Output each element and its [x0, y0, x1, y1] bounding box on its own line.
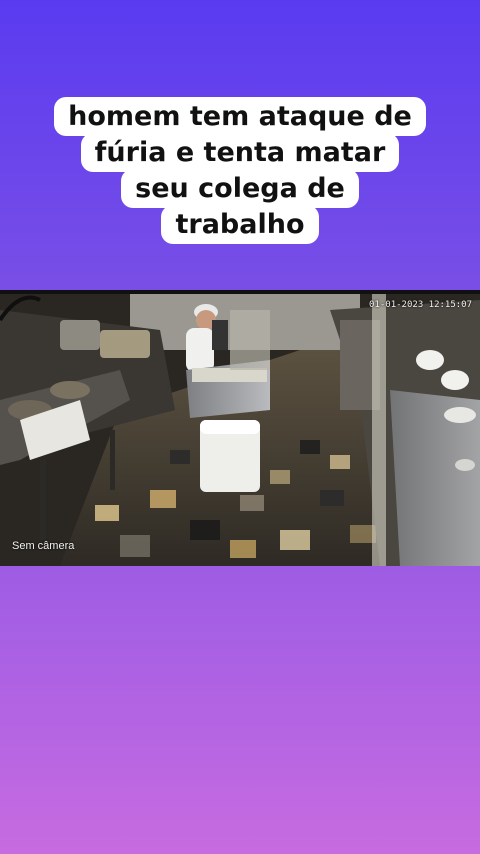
caption-line-2: fúria e tenta matar — [80, 133, 400, 172]
caption-line-3: seu colega de — [121, 169, 359, 208]
video-caption: homem tem ataque de fúria e tenta matar … — [0, 97, 480, 244]
caption-line-4: trabalho — [161, 205, 319, 244]
kitchen-scene-image — [0, 290, 480, 566]
caption-line-1: homem tem ataque de — [54, 97, 426, 136]
camera-label: Sem câmera — [12, 540, 75, 552]
cctv-video-frame[interactable]: 01-01-2023 12:15:07 Sem câmera — [0, 290, 480, 566]
video-timestamp: 01-01-2023 12:15:07 — [369, 300, 472, 310]
